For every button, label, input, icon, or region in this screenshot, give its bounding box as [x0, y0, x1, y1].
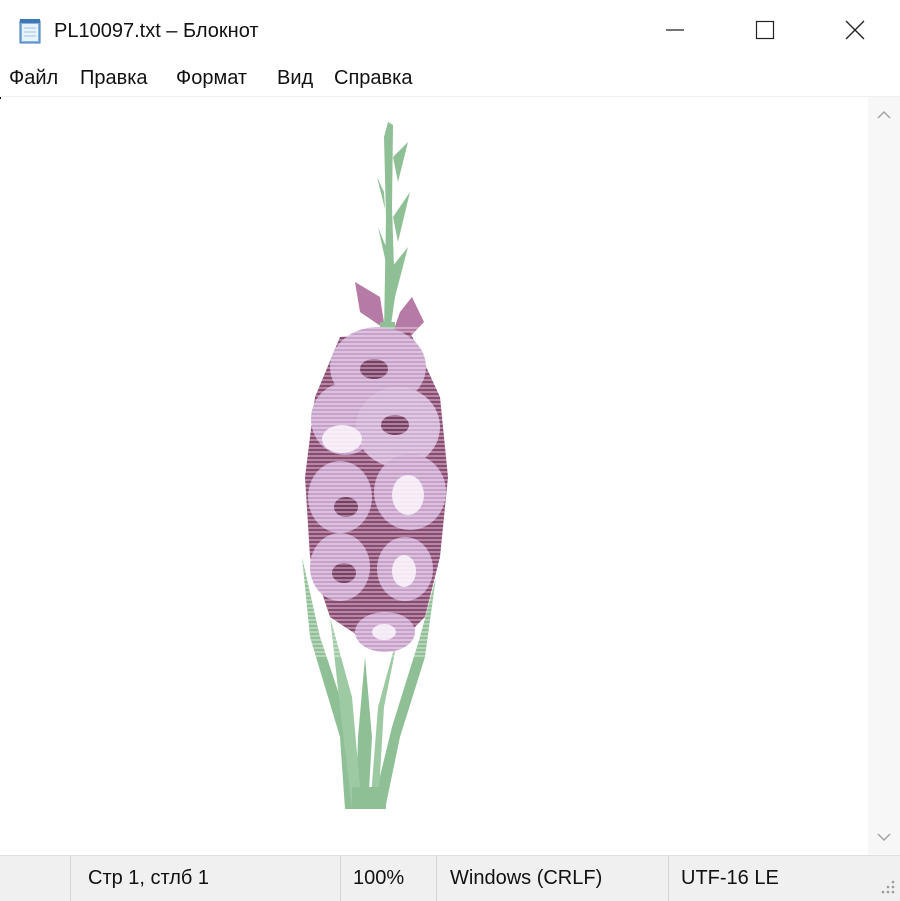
gladiolus-ascii-art [300, 122, 460, 809]
flower-blossoms [300, 327, 460, 657]
status-divider [340, 856, 341, 901]
maximize-button[interactable] [720, 0, 810, 60]
scroll-up-icon[interactable] [876, 107, 892, 123]
status-bar: Стр 1, стлб 1 100% Windows (CRLF) UTF-16… [0, 855, 900, 901]
status-zoom: 100% [353, 867, 405, 889]
status-encoding: UTF-16 LE [681, 867, 779, 889]
resize-grip-icon[interactable] [876, 873, 896, 895]
close-button[interactable] [810, 0, 900, 60]
menu-file[interactable]: Файл [8, 64, 59, 92]
title-bar[interactable]: PL10097.txt – Блокнот [0, 0, 900, 60]
status-line-endings: Windows (CRLF) [450, 867, 603, 889]
menu-view[interactable]: Вид [276, 64, 314, 92]
status-divider [668, 856, 669, 901]
menu-edit[interactable]: Правка [79, 64, 149, 92]
menu-format[interactable]: Формат [175, 64, 248, 92]
minimize-icon [666, 29, 684, 31]
maximize-icon [755, 20, 775, 40]
close-icon [845, 20, 865, 40]
menu-help[interactable]: Справка [333, 64, 413, 92]
vertical-scrollbar[interactable] [868, 97, 900, 855]
menu-bar: Файл Правка Формат Вид Справка [0, 60, 900, 97]
minimize-button[interactable] [630, 0, 720, 60]
status-cursor-position: Стр 1, стлб 1 [88, 867, 210, 889]
status-divider [436, 856, 437, 901]
scroll-down-icon[interactable] [876, 829, 892, 845]
window-title: PL10097.txt – Блокнот [54, 20, 259, 42]
text-editor-area[interactable] [0, 97, 868, 855]
notepad-icon [19, 19, 41, 44]
status-divider [70, 856, 71, 901]
